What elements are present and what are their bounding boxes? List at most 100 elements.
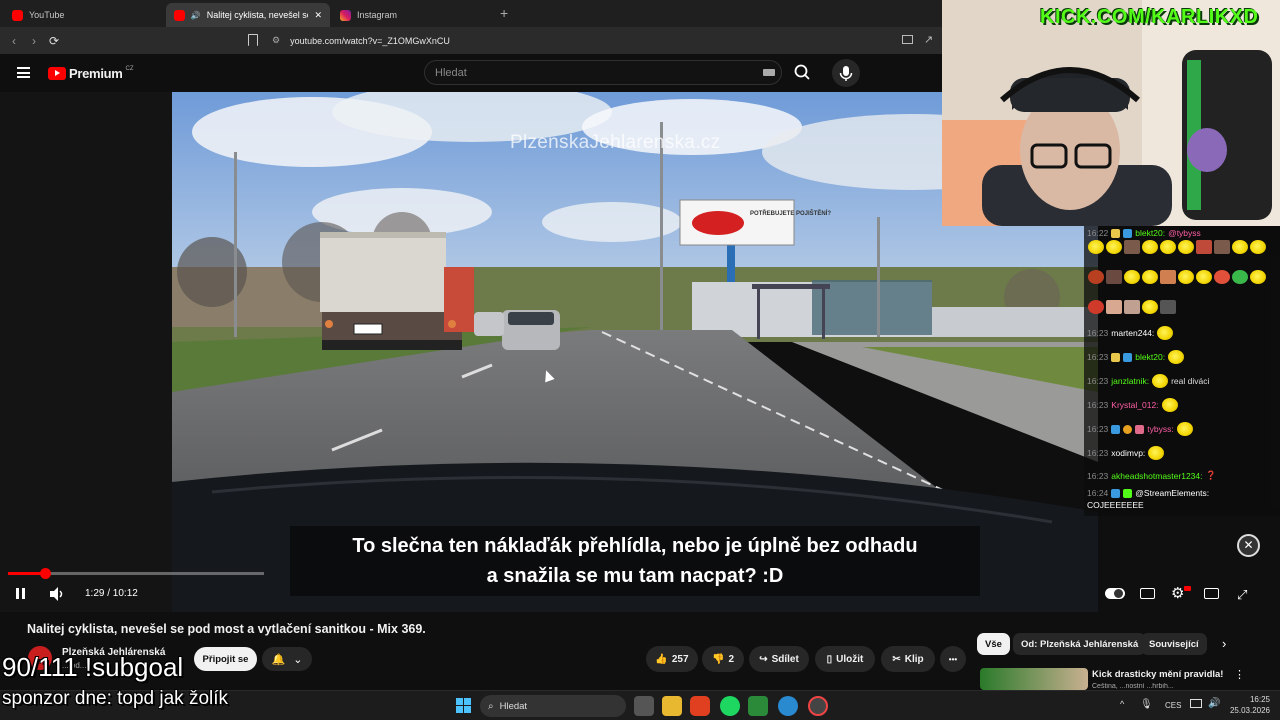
sub-badge-icon bbox=[1123, 228, 1133, 238]
chat-time: 16:23 bbox=[1087, 352, 1109, 362]
microphone-icon bbox=[839, 66, 853, 81]
share-page-icon[interactable]: ↗ bbox=[924, 33, 933, 46]
brave-browser-icon[interactable] bbox=[690, 696, 710, 716]
pause-button[interactable] bbox=[16, 588, 26, 600]
search-input[interactable]: Hledat bbox=[424, 60, 782, 85]
url-text: youtube.com/watch?v=_Z1OMGwXnCU bbox=[290, 35, 450, 46]
chip-all[interactable]: Vše bbox=[977, 633, 1010, 655]
chat-time: 16:23 bbox=[1087, 424, 1109, 434]
chat-time: 16:23 bbox=[1087, 328, 1109, 338]
vip-badge-icon bbox=[1135, 424, 1145, 434]
emote-icon bbox=[1168, 350, 1185, 364]
keyboard-icon[interactable] bbox=[763, 69, 775, 76]
file-explorer-icon[interactable] bbox=[662, 696, 682, 716]
start-button[interactable] bbox=[456, 698, 471, 713]
task-view-icon[interactable] bbox=[634, 696, 654, 716]
webcam-overlay bbox=[942, 0, 1280, 226]
new-tab-button[interactable]: + bbox=[500, 5, 508, 21]
volume-button[interactable] bbox=[48, 586, 66, 607]
chip-related[interactable]: Související bbox=[1141, 633, 1207, 655]
network-icon[interactable] bbox=[1190, 699, 1202, 708]
chat-message: 16:23 xodimvp: bbox=[1087, 446, 1165, 460]
dislike-button[interactable]: 👎 2 bbox=[702, 646, 744, 672]
youtube-favicon-icon bbox=[174, 9, 185, 21]
chat-user: blekt20: bbox=[1135, 228, 1166, 238]
emote-icon bbox=[1161, 398, 1178, 412]
tab-video[interactable]: 🔊 Nalitej cyklista, nevešel se pod ✕ bbox=[166, 3, 330, 27]
reload-icon[interactable]: ⟳ bbox=[46, 33, 62, 49]
time-display: 1:29 / 10:12 bbox=[85, 588, 138, 599]
close-tab-icon[interactable]: ✕ bbox=[314, 10, 322, 21]
language-indicator[interactable]: CES bbox=[1165, 701, 1181, 710]
sub-badge-icon bbox=[1111, 424, 1121, 434]
chat-text: COJEEEEEEE bbox=[1087, 500, 1144, 510]
voice-search-button[interactable] bbox=[832, 59, 860, 87]
crown-badge-icon bbox=[1111, 352, 1121, 362]
emote-icon bbox=[1176, 422, 1193, 436]
more-actions-button[interactable]: ••• bbox=[940, 646, 966, 672]
subtitles-icon[interactable] bbox=[1140, 588, 1155, 599]
caption-line-1: To slečna ten náklaďák přehlídla, nebo j… bbox=[352, 535, 918, 557]
volume-tray-icon[interactable]: 🔊 bbox=[1208, 698, 1220, 709]
chat-message: 16:23 akheadshotmaster1234: ❓ bbox=[1087, 470, 1216, 481]
emote-icon bbox=[1152, 374, 1169, 388]
chat-message: 16:22 blekt20: @tybyss bbox=[1087, 228, 1201, 238]
tray-chevron-icon[interactable]: ^ bbox=[1120, 699, 1124, 709]
recommended-title[interactable]: Kick drasticky mění pravidla! bbox=[1092, 669, 1223, 680]
forward-icon[interactable]: › bbox=[26, 33, 42, 49]
fullscreen-icon[interactable]: ⤢ bbox=[1237, 587, 1247, 603]
chip-from-channel[interactable]: Od: Plzeňská Jehlárenská bbox=[1013, 633, 1147, 655]
chat-time: 16:24 bbox=[1087, 488, 1109, 498]
youtube-logo[interactable]: Premium CZ bbox=[48, 66, 134, 81]
app-icon[interactable] bbox=[778, 696, 798, 716]
browser-tab-bar: YouTube 🔊 Nalitej cyklista, nevešel se p… bbox=[0, 0, 942, 27]
autoplay-toggle[interactable] bbox=[1105, 588, 1125, 599]
spotify-icon[interactable] bbox=[720, 696, 740, 716]
more-vert-icon[interactable]: ⋮ bbox=[1234, 668, 1245, 681]
close-overlay-button[interactable]: ✕ bbox=[1237, 534, 1260, 557]
taskbar-search[interactable]: ⌕ Hledat bbox=[480, 695, 626, 717]
like-button[interactable]: 👍 257 bbox=[646, 646, 698, 672]
emote-icon bbox=[1157, 326, 1174, 340]
search-button[interactable] bbox=[782, 60, 822, 85]
obs-icon[interactable] bbox=[808, 696, 828, 716]
chat-time: 16:23 bbox=[1087, 400, 1109, 410]
subgoal-overlay: 90/111 !subgoal bbox=[2, 652, 184, 682]
site-info-icon[interactable]: ⚙ bbox=[272, 35, 280, 46]
thumbs-up-icon: 👍 bbox=[655, 653, 668, 665]
chat-user: tybyss: bbox=[1147, 424, 1174, 434]
clock[interactable]: 16:25 25.03.2026 bbox=[1226, 694, 1270, 716]
share-button[interactable]: ↪ Sdílet bbox=[749, 646, 809, 672]
chat-message: 16:23 janzlatnik: real diváci bbox=[1087, 374, 1209, 388]
player-letterbox bbox=[0, 92, 172, 612]
tab-youtube[interactable]: YouTube bbox=[4, 3, 164, 27]
chat-user: xodimvp: bbox=[1111, 448, 1146, 458]
webcam-feed bbox=[942, 0, 1280, 226]
chevron-right-icon[interactable]: › bbox=[1222, 636, 1226, 651]
clip-button[interactable]: ✂ Klip bbox=[881, 646, 935, 672]
tab-instagram[interactable]: Instagram bbox=[332, 3, 496, 27]
menu-icon[interactable] bbox=[17, 67, 30, 78]
chat-user: akheadshotmaster1234: bbox=[1111, 470, 1203, 481]
miniplayer-icon[interactable] bbox=[1204, 588, 1219, 599]
cast-icon[interactable] bbox=[902, 35, 913, 44]
back-icon[interactable]: ‹ bbox=[6, 33, 22, 49]
excel-icon[interactable] bbox=[748, 696, 768, 716]
join-button[interactable]: Připojit se bbox=[194, 647, 257, 671]
settings-icon[interactable]: ⚙ bbox=[1171, 584, 1184, 602]
billboard-text: POTŘEBUJETE POJIŠTĚNÍ? bbox=[750, 209, 831, 217]
bookmark-icon[interactable] bbox=[248, 34, 258, 46]
chat-text: ❓ bbox=[1205, 470, 1217, 480]
tray-mic-icon[interactable]: 🎙 bbox=[1140, 699, 1153, 710]
speaker-icon: 🔊 bbox=[190, 10, 201, 20]
url-field[interactable]: ⚙ youtube.com/watch?v=_Z1OMGwXnCU bbox=[272, 30, 972, 51]
video-captions: To slečna ten náklaďák přehlídla, nebo j… bbox=[290, 526, 980, 596]
caption-line-2: a snažila se mu tam nacpat? :D bbox=[486, 565, 784, 587]
recommended-thumbnail[interactable] bbox=[980, 668, 1088, 690]
chat-user: blekt20: bbox=[1135, 352, 1166, 362]
tab-label: YouTube bbox=[29, 10, 65, 20]
save-button[interactable]: ▯ Uložit bbox=[815, 646, 875, 672]
progress-bar[interactable] bbox=[8, 568, 264, 579]
notifications-button[interactable]: 🔔 ⌄ bbox=[262, 647, 312, 671]
chat-text: real diváci bbox=[1171, 376, 1210, 386]
